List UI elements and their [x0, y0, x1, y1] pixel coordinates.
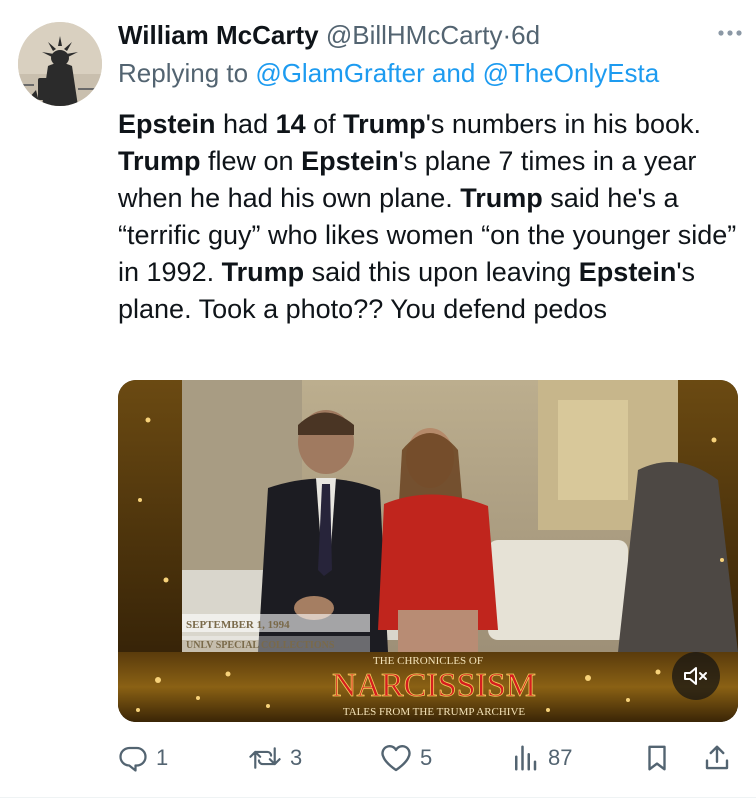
divider [0, 797, 756, 798]
mention-link[interactable]: @TheOnlyEsta [483, 58, 660, 88]
replying-to: Replying to @GlamGrafter and @TheOnlyEst… [118, 56, 738, 90]
source-caption: UNLV SPECIAL COLLECTIONS [186, 640, 335, 651]
action-bar: 1 3 5 87 [118, 736, 738, 780]
repost-button[interactable]: 3 [248, 736, 302, 780]
repost-icon [249, 747, 281, 769]
tweet-text-run: 's numbers in his book. [425, 109, 701, 139]
reply-icon [119, 746, 147, 772]
mute-button[interactable] [672, 652, 720, 700]
like-count: 5 [420, 745, 433, 770]
banner-sub-text: TALES FROM THE TRUMP ARCHIVE [343, 706, 526, 718]
bold-text: Epstein [118, 109, 216, 139]
reply-count: 1 [156, 745, 169, 770]
tweet-text-run: said this upon leaving [304, 257, 579, 287]
volume-muted-icon [684, 667, 707, 685]
bold-text: Trump [343, 109, 426, 139]
timestamp[interactable]: 6d [511, 20, 540, 50]
views-count: 87 [548, 745, 573, 770]
tweet-header: William McCarty @BillHMcCarty·6d Replyin… [118, 18, 742, 90]
replying-to-label: Replying to [118, 58, 256, 88]
tweet-text-run: flew on [200, 146, 302, 176]
bold-text: Epstein [301, 146, 399, 176]
banner-main-text: NARCISSISM [332, 667, 536, 704]
bold-text: 14 [275, 109, 306, 139]
separator-dot: · [502, 20, 512, 50]
bold-text: Trump [460, 183, 543, 213]
like-button[interactable]: 5 [380, 736, 432, 780]
mention-conjunction[interactable]: and [425, 58, 483, 88]
tweet-text-run: had [215, 109, 276, 139]
repost-count: 3 [290, 745, 303, 770]
statue-of-liberty-image [18, 22, 102, 106]
video-player[interactable]: SEPTEMBER 1, 1994 UNLV SPECIAL COLLECTIO… [118, 380, 738, 722]
banner-top-text: THE CHRONICLES OF [373, 655, 483, 667]
bookmark-button[interactable] [642, 736, 672, 780]
share-button[interactable] [702, 736, 732, 780]
video-frame: SEPTEMBER 1, 1994 UNLV SPECIAL COLLECTIO… [118, 380, 738, 722]
views-button[interactable]: 87 [510, 736, 572, 780]
bookmark-icon [648, 745, 666, 771]
bold-text: Epstein [578, 257, 677, 287]
heart-icon [381, 744, 411, 772]
bold-text: Trump [118, 146, 201, 176]
tweet-text-run: of [305, 109, 344, 139]
mention-link[interactable]: @GlamGrafter [255, 58, 424, 88]
reply-button[interactable]: 1 [118, 736, 168, 780]
more-options-icon[interactable] [710, 16, 750, 50]
share-icon [705, 745, 729, 770]
views-icon [515, 745, 537, 771]
author-handle[interactable]: @BillHMcCarty [326, 20, 503, 50]
date-caption: SEPTEMBER 1, 1994 [186, 619, 290, 631]
bold-text: Trump [221, 257, 305, 287]
avatar[interactable] [18, 22, 102, 106]
tweet-text: Epstein had 14 of Trump's numbers in his… [118, 106, 738, 328]
author-name[interactable]: William McCarty [118, 20, 319, 50]
